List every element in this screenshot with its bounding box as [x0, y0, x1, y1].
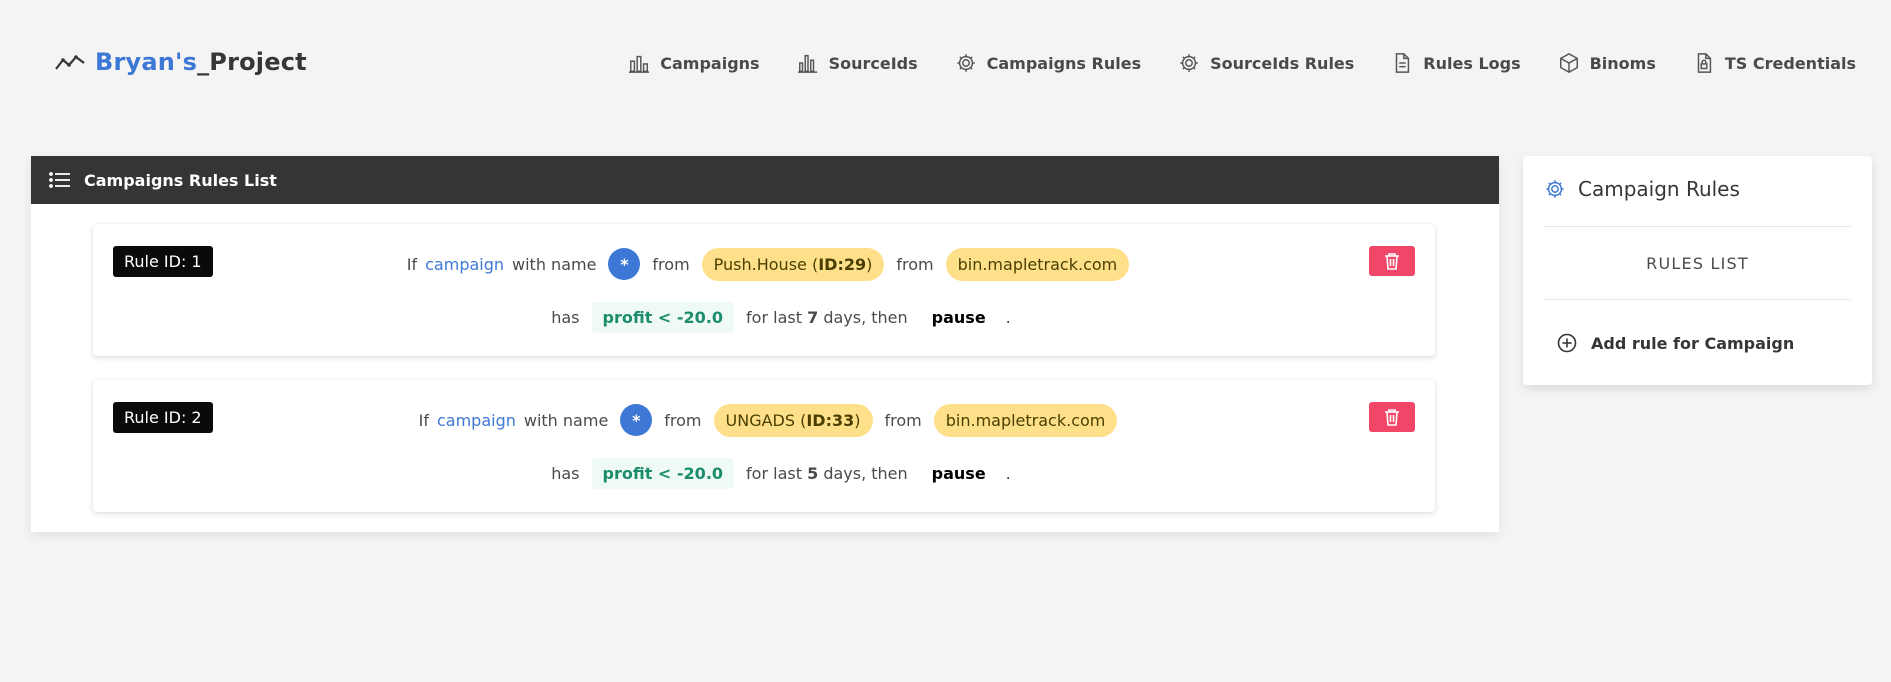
source-close: ): [866, 254, 873, 274]
source-tag: UNGADS (ID:33): [713, 403, 873, 437]
rule-period: for last 5 days, then: [746, 464, 908, 483]
rule-text: with name: [523, 410, 609, 430]
source-close: ): [854, 410, 861, 430]
rule-text: from: [652, 254, 690, 274]
card-title: Campaigns Rules List: [84, 170, 277, 190]
delete-rule-button[interactable]: [1369, 246, 1415, 276]
divider: [1544, 226, 1851, 227]
rule-text: If: [418, 410, 429, 430]
gear-icon: [956, 54, 975, 72]
nav-item-ts-credentials[interactable]: TS Credentials: [1693, 52, 1856, 74]
source-name: UNGADS (: [725, 410, 807, 430]
trash-icon: [1385, 409, 1399, 426]
nav-label: SourceIds: [828, 53, 918, 73]
rule-text: If: [406, 254, 418, 274]
lock-file-icon: [1697, 53, 1712, 73]
rule-sentence-line-2: has profit < -20.0 for last 5 days, then…: [93, 457, 1435, 489]
name-wildcard-badge: *: [620, 404, 653, 436]
brand-project-part: _Project: [197, 48, 307, 76]
nav-label: Rules Logs: [1423, 53, 1521, 73]
rule-period: for last 7 days, then: [746, 308, 908, 327]
rule-text: for last: [746, 307, 802, 327]
brand-title: Bryan's_Project: [95, 48, 307, 76]
nav-menu: Campaigns SourceIds Campaigns Rules Sour…: [591, 52, 1856, 74]
nav-label: Binoms: [1589, 53, 1656, 73]
condition-tag: profit < -20.0: [591, 301, 735, 333]
rule-days: 7: [807, 307, 819, 327]
nav-item-sourceids-rules[interactable]: SourceIds Rules: [1178, 52, 1354, 74]
name-wildcard-badge: *: [608, 248, 641, 280]
nav-item-campaigns[interactable]: Campaigns: [628, 52, 760, 74]
rule-days: 5: [807, 463, 819, 483]
nav-item-binoms[interactable]: Binoms: [1558, 52, 1656, 74]
brand-name-part: Bryan's: [95, 48, 198, 76]
add-rule-button[interactable]: Add rule for Campaign: [1557, 333, 1794, 353]
rule-text: with name: [512, 254, 597, 274]
nav-label: Campaigns Rules: [986, 53, 1142, 73]
rule-text: from: [884, 410, 922, 430]
cube-icon: [1559, 52, 1578, 74]
source-name: Push.House (: [713, 254, 819, 274]
add-rule-label: Add rule for Campaign: [1591, 333, 1795, 353]
divider: [1544, 299, 1851, 300]
panel-title: Campaign Rules: [1544, 177, 1740, 201]
card-header: Campaigns Rules List: [31, 156, 1499, 204]
campaign-rules-panel: Campaign Rules RULES LIST Add rule for C…: [1523, 156, 1872, 385]
rules-list-link[interactable]: RULES LIST: [1523, 254, 1872, 273]
list-icon: [49, 172, 70, 188]
rule-text: has: [551, 463, 580, 483]
rule-text: has: [551, 307, 580, 327]
source-id: ID:33: [806, 410, 855, 430]
rule-text: .: [1005, 307, 1011, 327]
rule-action: pause: [931, 307, 986, 327]
rule-text: days, then: [823, 307, 908, 327]
bar-chart-icon: [797, 54, 817, 73]
rule-text: from: [896, 254, 934, 274]
plus-circle-icon: [1557, 333, 1577, 353]
nav-label: Campaigns: [660, 53, 760, 73]
gear-icon: [1180, 54, 1198, 72]
navbar: Bryan's_Project Campaigns SourceIds Camp…: [0, 0, 1891, 128]
brand[interactable]: Bryan's_Project: [55, 48, 307, 76]
rule-item: Rule ID: 2 If campaign with name * from …: [93, 380, 1435, 512]
rule-text: from: [664, 410, 702, 430]
rule-entity-link[interactable]: campaign: [425, 255, 504, 274]
rule-text: for last: [746, 463, 802, 483]
panel-title-text: Campaign Rules: [1578, 177, 1740, 201]
rule-sentence-line-1: If campaign with name * from UNGADS (ID:…: [93, 402, 1435, 438]
document-icon: [1396, 53, 1410, 73]
tracker-tag: bin.mapletrack.com: [933, 403, 1118, 437]
delete-rule-button[interactable]: [1369, 402, 1415, 432]
rule-action: pause: [931, 463, 986, 483]
bar-chart-icon: [629, 55, 650, 73]
tracker-tag: bin.mapletrack.com: [945, 247, 1130, 281]
rule-text: days, then: [823, 463, 908, 483]
gear-icon: [1546, 180, 1564, 198]
trend-line-icon: [55, 55, 85, 70]
rule-item: Rule ID: 1 If campaign with name * from …: [93, 224, 1435, 356]
rule-text: .: [1005, 463, 1011, 483]
rule-sentence-line-1: If campaign with name * from Push.House …: [93, 246, 1435, 282]
nav-label: TS Credentials: [1724, 53, 1856, 73]
condition-tag: profit < -20.0: [591, 457, 735, 489]
source-id: ID:29: [818, 254, 867, 274]
rules-list-card: Campaigns Rules List Rule ID: 1 If campa…: [31, 156, 1499, 532]
nav-item-sourceids[interactable]: SourceIds: [797, 52, 918, 74]
rule-entity-link[interactable]: campaign: [437, 411, 516, 430]
nav-item-rules-logs[interactable]: Rules Logs: [1391, 52, 1521, 74]
nav-label: SourceIds Rules: [1210, 53, 1355, 73]
rule-sentence-line-2: has profit < -20.0 for last 7 days, then…: [93, 301, 1435, 333]
nav-item-campaigns-rules[interactable]: Campaigns Rules: [955, 52, 1141, 74]
source-tag: Push.House (ID:29): [701, 247, 885, 281]
trash-icon: [1385, 253, 1399, 270]
